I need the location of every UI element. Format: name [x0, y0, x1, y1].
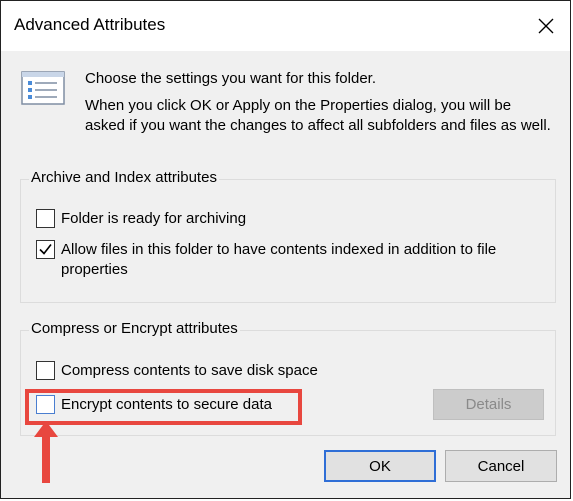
archive-ready-checkbox[interactable]	[36, 209, 55, 228]
encrypt-label: Encrypt contents to secure data	[61, 396, 272, 413]
intro-text: Choose the settings you want for this fo…	[85, 70, 376, 87]
archive-group-title: Archive and Index attributes	[29, 168, 219, 188]
details-button[interactable]: Details	[433, 389, 544, 420]
close-button[interactable]	[525, 7, 567, 45]
dialog-title: Advanced Attributes	[14, 15, 166, 34]
folder-settings-icon	[21, 71, 65, 105]
archive-ready-label: Folder is ready for archiving	[61, 210, 247, 227]
compress-label: Compress contents to save disk space	[61, 362, 318, 379]
intro-note: When you click OK or Apply on the Proper…	[85, 97, 551, 134]
encrypt-checkbox[interactable]	[36, 395, 55, 414]
compress-encrypt-group: Compress or Encrypt attributes	[20, 319, 556, 436]
allow-indexing-label: Allow files in this folder to have conte…	[61, 241, 497, 278]
checkmark-icon	[39, 244, 52, 255]
ok-button[interactable]: OK	[324, 450, 436, 482]
cancel-button[interactable]: Cancel	[445, 450, 557, 482]
title-bar: Advanced Attributes	[1, 1, 570, 51]
compress-group-title: Compress or Encrypt attributes	[29, 319, 240, 339]
compress-checkbox[interactable]	[36, 361, 55, 380]
advanced-attributes-dialog: Advanced Attributes Choose the settings …	[0, 0, 571, 499]
allow-indexing-checkbox[interactable]	[36, 240, 55, 259]
close-icon	[538, 18, 554, 34]
